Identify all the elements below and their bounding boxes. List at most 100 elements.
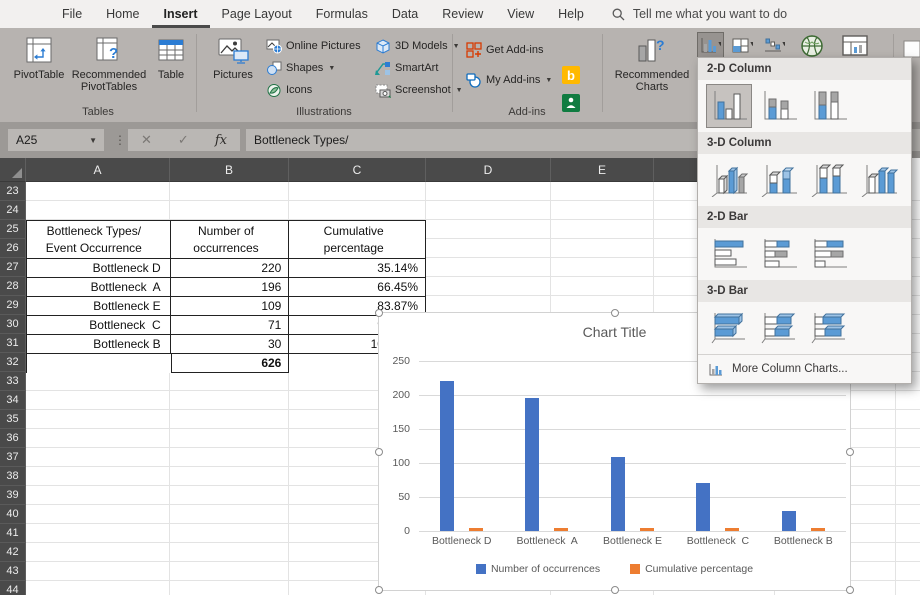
row-header-26[interactable]: 26 [0, 239, 26, 258]
table-cell[interactable]: 626 [171, 353, 290, 373]
chart-type-100-stacked-bar[interactable] [806, 232, 852, 276]
bing-maps-addin-icon[interactable]: b [562, 66, 580, 89]
bar-occurrences[interactable] [440, 381, 454, 531]
table-cell[interactable]: 30 [171, 335, 290, 354]
recommended-charts-button[interactable]: ? Recommended Charts [610, 34, 694, 93]
chart-resize-handle[interactable] [611, 586, 619, 594]
column-header-B[interactable]: B [170, 158, 289, 182]
chart-type-clustered-column[interactable] [706, 84, 752, 128]
chart-type-3d-column[interactable] [856, 158, 902, 202]
chart-type-3d-clustered-bar[interactable] [706, 306, 752, 350]
row-header-32[interactable]: 32 [0, 353, 26, 372]
chart-type-stacked-bar[interactable] [756, 232, 802, 276]
table-cell[interactable] [27, 354, 171, 373]
chart-resize-handle[interactable] [375, 586, 383, 594]
chart-type-3d-stacked-column[interactable] [756, 158, 802, 202]
tab-review[interactable]: Review [430, 0, 495, 28]
recommended-pivottables-button[interactable]: ? Recommended PivotTables [72, 34, 146, 93]
chart-type-3d-clustered-column[interactable] [706, 158, 752, 202]
enter-button[interactable]: ✓ [178, 132, 189, 148]
table-cell[interactable]: Bottleneck A [27, 278, 171, 297]
my-add-ins-button[interactable]: My Add-ins▼ [466, 70, 552, 90]
legend-entry[interactable]: Number of occurrences [476, 563, 600, 575]
tab-page-layout[interactable]: Page Layout [210, 0, 304, 28]
bar-occurrences[interactable] [525, 398, 539, 531]
table-cell[interactable]: 109 [171, 297, 290, 316]
maps-button[interactable] [798, 32, 825, 59]
tab-home[interactable]: Home [94, 0, 151, 28]
header-cell[interactable]: Bottleneck Types/ Event Occurrence [27, 221, 171, 259]
chart-resize-handle[interactable] [375, 309, 383, 317]
column-header-A[interactable]: A [26, 158, 170, 182]
row-header-42[interactable]: 42 [0, 543, 26, 562]
get-add-ins-button[interactable]: Get Add-ins [466, 40, 543, 60]
row-header-29[interactable]: 29 [0, 296, 26, 315]
row-header-40[interactable]: 40 [0, 505, 26, 524]
bar-cumulative[interactable] [811, 528, 825, 531]
header-cell[interactable]: Number of occurrences [171, 221, 290, 259]
row-header-23[interactable]: 23 [0, 182, 26, 201]
row-header-31[interactable]: 31 [0, 334, 26, 353]
row-header-24[interactable]: 24 [0, 201, 26, 220]
more-column-charts-item[interactable]: More Column Charts... [698, 354, 911, 383]
table-cell[interactable]: 71 [171, 316, 290, 335]
pivotchart-button[interactable] [838, 32, 872, 59]
insert-function-button[interactable]: fx [215, 133, 227, 148]
chart-type-100-stacked-column[interactable] [806, 84, 852, 128]
table-cell[interactable]: Bottleneck C [27, 316, 171, 335]
smartart-button[interactable]: SmartArt [375, 58, 438, 78]
header-cell[interactable]: Cumulative percentage [289, 221, 426, 259]
tab-formulas[interactable]: Formulas [304, 0, 380, 28]
table-cell[interactable]: 196 [171, 278, 290, 297]
shapes-button[interactable]: Shapes▼ [266, 58, 335, 78]
insert-hierarchy-chart-button[interactable]: ▼ [729, 32, 756, 59]
insert-waterfall-chart-button[interactable]: ▼ [761, 32, 788, 59]
tab-help[interactable]: Help [546, 0, 596, 28]
bar-occurrences[interactable] [696, 483, 710, 531]
table-cell[interactable]: Bottleneck D [27, 259, 171, 278]
tab-data[interactable]: Data [380, 0, 430, 28]
online-pictures-button[interactable]: Online Pictures [266, 36, 361, 56]
column-header-C[interactable]: C [289, 158, 426, 182]
bar-cumulative[interactable] [725, 528, 739, 531]
row-header-43[interactable]: 43 [0, 562, 26, 581]
chart-type-stacked-column[interactable] [756, 84, 802, 128]
bar-cumulative[interactable] [640, 528, 654, 531]
table-cell[interactable]: Bottleneck E [27, 297, 171, 316]
formula-bar-divider-dots[interactable]: ⋮ [114, 133, 126, 147]
tab-file[interactable]: File [50, 0, 94, 28]
chart-resize-handle[interactable] [375, 448, 383, 456]
chart-resize-handle[interactable] [611, 309, 619, 317]
icons-button[interactable]: Icons [266, 80, 312, 100]
bar-cumulative[interactable] [469, 528, 483, 531]
row-header-34[interactable]: 34 [0, 391, 26, 410]
name-box[interactable]: A25 ▼ [8, 129, 104, 151]
table-cell[interactable]: Bottleneck B [27, 335, 171, 354]
chart-resize-handle[interactable] [846, 448, 854, 456]
column-header-E[interactable]: E [551, 158, 654, 182]
row-header-41[interactable]: 41 [0, 524, 26, 543]
chart-type-3d-stacked-bar[interactable] [756, 306, 802, 350]
row-header-35[interactable]: 35 [0, 410, 26, 429]
chart-type-3d-100-stacked-column[interactable] [806, 158, 852, 202]
bar-occurrences[interactable] [611, 457, 625, 531]
cancel-button[interactable]: ✕ [141, 132, 152, 148]
row-header-38[interactable]: 38 [0, 467, 26, 486]
chart-resize-handle[interactable] [846, 586, 854, 594]
table-cell[interactable]: 35.14% [289, 259, 426, 278]
insert-column-bar-chart-button[interactable]: ▼ [697, 32, 724, 59]
row-header-44[interactable]: 44 [0, 581, 26, 595]
row-header-28[interactable]: 28 [0, 277, 26, 296]
bar-occurrences[interactable] [782, 511, 796, 531]
row-header-25[interactable]: 25 [0, 220, 26, 239]
row-header-39[interactable]: 39 [0, 486, 26, 505]
bar-cumulative[interactable] [554, 528, 568, 531]
select-all-corner[interactable] [0, 158, 26, 182]
screenshot-button[interactable]: Screenshot▼ [375, 80, 463, 100]
tab-view[interactable]: View [495, 0, 546, 28]
column-header-D[interactable]: D [426, 158, 551, 182]
row-header-27[interactable]: 27 [0, 258, 26, 277]
3d-models-button[interactable]: 3D Models▼ [375, 36, 460, 56]
tell-me-search[interactable]: Tell me what you want to do [612, 0, 787, 28]
pictures-button[interactable]: Pictures [206, 34, 260, 81]
